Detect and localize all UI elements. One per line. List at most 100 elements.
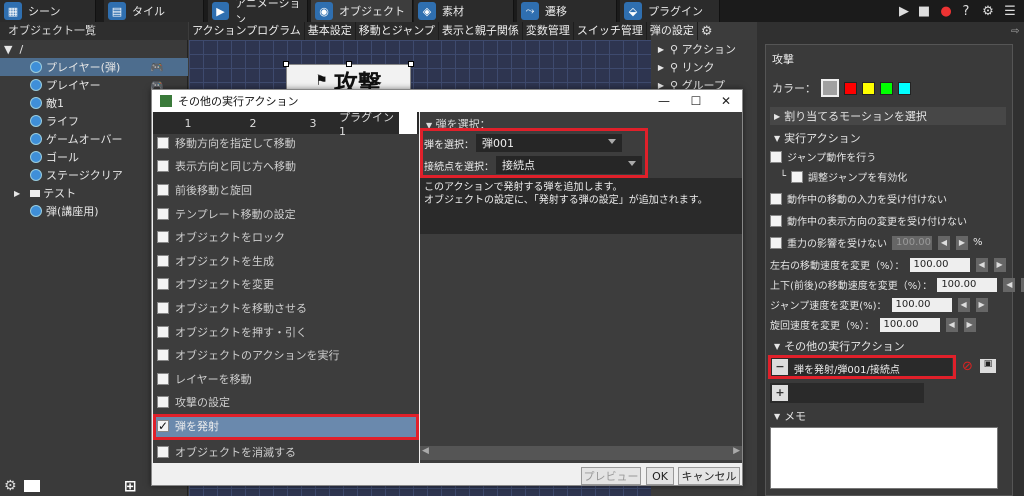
tab-display-parent[interactable]: 表示と親子関係 bbox=[439, 22, 523, 40]
add-icon[interactable]: ⊞ bbox=[124, 477, 137, 495]
preview-button[interactable]: プレビュー bbox=[581, 467, 641, 485]
folder-add-icon[interactable] bbox=[24, 480, 40, 492]
tab-plugin1[interactable]: プラグイン1 bbox=[339, 111, 399, 138]
action-item[interactable]: 移動方向を指定して移動 bbox=[155, 132, 417, 154]
tab-2[interactable]: 2 bbox=[223, 112, 283, 134]
tab-3[interactable]: 3 bbox=[283, 112, 343, 134]
tab-animation[interactable]: ▶ アニメーション bbox=[208, 0, 308, 26]
edit-icon[interactable]: ▣ bbox=[980, 359, 996, 373]
check-move-input[interactable]: 動作中の移動の入力を受け付けない bbox=[770, 191, 947, 206]
action-item[interactable]: 表示方向と同じ方へ移動 bbox=[155, 155, 417, 177]
decrement-icon[interactable]: ◀ bbox=[945, 317, 958, 332]
checkbox[interactable] bbox=[157, 446, 169, 458]
memo-field[interactable] bbox=[770, 427, 998, 489]
speed-field[interactable]: 100.00 bbox=[909, 257, 970, 272]
disable-icon[interactable]: ⊘ bbox=[962, 359, 973, 374]
action-item[interactable]: オブジェクトのアクションを実行 bbox=[155, 344, 417, 366]
help-icon[interactable]: ? bbox=[958, 3, 974, 19]
tab-variables[interactable]: 変数管理 bbox=[523, 22, 574, 40]
tab-switches[interactable]: スイッチ管理 bbox=[574, 22, 647, 40]
increment-icon[interactable]: ▶ bbox=[963, 317, 976, 332]
checkbox[interactable] bbox=[770, 214, 782, 227]
menu-icon[interactable]: ☰ bbox=[1002, 3, 1018, 19]
increment-icon[interactable]: ▶ bbox=[975, 297, 988, 312]
gear-icon[interactable]: ⚙ bbox=[4, 478, 17, 494]
decrement-icon[interactable]: ◀ bbox=[957, 297, 970, 312]
tab-1[interactable]: 1 bbox=[153, 112, 223, 134]
exec-section[interactable]: ▼ 実行アクション bbox=[770, 129, 1006, 147]
resize-handle[interactable] bbox=[283, 61, 289, 67]
action-item[interactable]: オブジェクトを移動させる bbox=[155, 297, 417, 319]
resize-handle[interactable] bbox=[346, 61, 352, 67]
checkbox[interactable] bbox=[157, 373, 169, 385]
check-gravity[interactable]: 重力の影響を受けない 100.00 ◀ ▶% bbox=[770, 235, 983, 250]
action-item[interactable]: オブジェクトを押す・引く bbox=[155, 321, 417, 343]
add-icon[interactable]: + bbox=[772, 385, 788, 401]
scroll-right-icon[interactable]: ▶ bbox=[733, 446, 740, 456]
minimize-icon[interactable]: — bbox=[648, 90, 680, 112]
action-item[interactable]: レイヤーを移動 bbox=[155, 368, 417, 390]
checkbox[interactable] bbox=[770, 236, 782, 249]
memo-section[interactable]: ▼ メモ bbox=[770, 407, 1006, 425]
palette-item-action[interactable]: ▶ ⚲ アクション bbox=[652, 40, 756, 58]
checkbox[interactable] bbox=[157, 396, 169, 408]
checkbox[interactable] bbox=[770, 192, 782, 205]
checkbox[interactable] bbox=[157, 255, 169, 267]
resize-handle[interactable] bbox=[408, 61, 414, 67]
tab-transition[interactable]: ⤳ 遷移 bbox=[517, 0, 617, 22]
action-item[interactable]: オブジェクトをロック bbox=[155, 226, 417, 248]
maximize-icon[interactable]: ☐ bbox=[680, 90, 712, 112]
check-jump[interactable]: ジャンプ動作を行う bbox=[770, 149, 876, 164]
speed-field[interactable]: 100.00 bbox=[937, 277, 998, 292]
color-swatch[interactable] bbox=[898, 81, 911, 95]
cancel-button[interactable]: キャンセル bbox=[678, 467, 740, 485]
speed-field[interactable]: 100.00 bbox=[891, 297, 952, 312]
list-item[interactable]: プレイヤー(弾) 🎮 bbox=[0, 58, 188, 76]
scroll-left-icon[interactable]: ◀ bbox=[422, 446, 429, 456]
checkbox[interactable] bbox=[157, 137, 169, 149]
decrement-icon[interactable]: ◀ bbox=[975, 257, 988, 272]
speed-field[interactable]: 100.00 bbox=[879, 317, 940, 332]
tab-scene[interactable]: ▦ シーン bbox=[0, 0, 96, 22]
check-adjust-jump[interactable]: └ 調整ジャンプを有効化 bbox=[780, 169, 907, 184]
stop-icon[interactable]: ■ bbox=[916, 3, 932, 19]
tab-move-jump[interactable]: 移動とジャンプ bbox=[356, 22, 439, 40]
checkbox[interactable] bbox=[157, 278, 169, 290]
check-direction[interactable]: 動作中の表示方向の変更を受け付けない bbox=[770, 213, 967, 228]
tree-root[interactable]: ▼ / bbox=[0, 40, 188, 58]
checkbox[interactable] bbox=[157, 349, 169, 361]
color-swatch[interactable] bbox=[844, 81, 857, 95]
tab-material[interactable]: ◈ 素材 bbox=[414, 0, 514, 22]
checkbox[interactable] bbox=[157, 326, 169, 338]
color-swatch-selected[interactable] bbox=[821, 79, 839, 97]
arrow-icon[interactable]: ⇨ bbox=[1011, 26, 1019, 37]
other-exec-section[interactable]: ▼ その他の実行アクション bbox=[770, 337, 1006, 355]
checkbox[interactable] bbox=[157, 160, 169, 172]
tab-plugin[interactable]: ⬙ プラグイン bbox=[620, 0, 720, 22]
ok-button[interactable]: OK bbox=[646, 467, 674, 485]
action-item[interactable]: テンプレート移動の設定 bbox=[155, 203, 417, 225]
checkbox[interactable] bbox=[157, 302, 169, 314]
action-item[interactable]: オブジェクトを変更 bbox=[155, 273, 417, 295]
action-item[interactable]: オブジェクトを消滅する bbox=[155, 441, 417, 463]
horizontal-scrollbar[interactable]: ◀ ▶ bbox=[420, 446, 742, 460]
palette-item-link[interactable]: ▶ ⚲ リンク bbox=[652, 58, 756, 76]
checkbox[interactable] bbox=[770, 150, 782, 163]
record-icon[interactable]: ● bbox=[938, 3, 954, 19]
decrement-icon[interactable]: ◀ bbox=[1003, 277, 1016, 292]
motion-section[interactable]: ▶ 割り当てるモーションを選択 bbox=[770, 107, 1006, 125]
increment-icon[interactable]: ▶ bbox=[993, 257, 1006, 272]
color-swatch[interactable] bbox=[862, 81, 875, 95]
tab-bullet-settings[interactable]: 弾の設定 bbox=[647, 22, 698, 40]
checkbox[interactable] bbox=[157, 208, 169, 220]
checkbox[interactable] bbox=[157, 231, 169, 243]
close-icon[interactable]: ✕ bbox=[710, 90, 742, 112]
action-item[interactable]: 前後移動と旋回 bbox=[155, 179, 417, 201]
color-swatch[interactable] bbox=[880, 81, 893, 95]
play-icon[interactable]: ▶ bbox=[896, 3, 912, 19]
tab-tile[interactable]: ▤ タイル bbox=[104, 0, 204, 22]
tab-object[interactable]: ◉ オブジェクト bbox=[311, 0, 413, 22]
tab-action-program[interactable]: アクションプログラム bbox=[189, 22, 305, 40]
tab-basic-settings[interactable]: 基本設定 bbox=[305, 22, 356, 40]
gear-icon[interactable]: ⚙ bbox=[980, 3, 996, 19]
